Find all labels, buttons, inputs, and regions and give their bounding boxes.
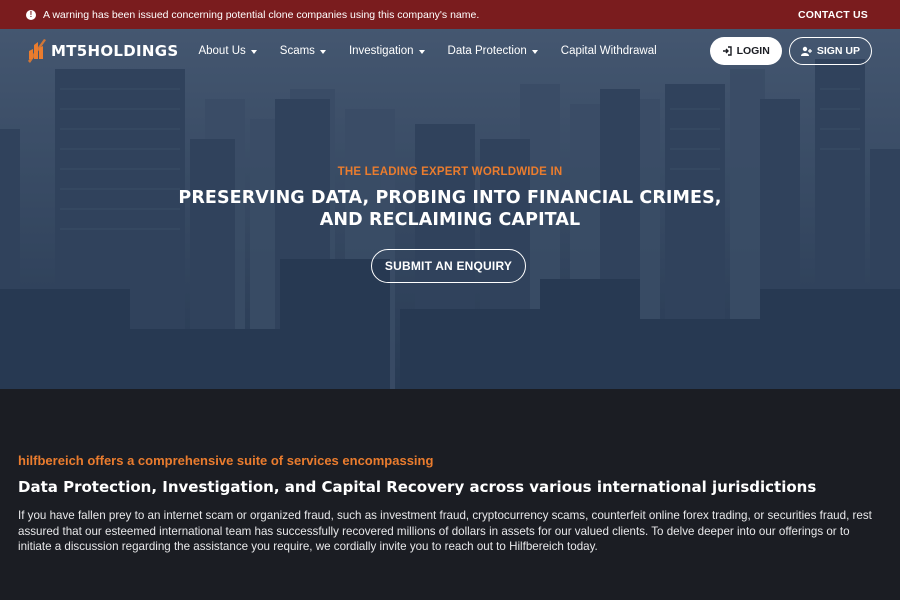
contact-us-link[interactable]: CONTACT US [798, 9, 868, 21]
hero-content: THE LEADING EXPERT WORLDWIDE IN PRESERVI… [0, 166, 900, 231]
login-button[interactable]: LOGIN [709, 37, 782, 65]
nav-item-scams[interactable]: Scams [280, 45, 326, 57]
nav-item-about-us[interactable]: About Us [198, 45, 257, 57]
warning-message-group: ! A warning has been issued concerning p… [26, 9, 479, 21]
nav-item-capital-withdrawal[interactable]: Capital Withdrawal [561, 45, 657, 57]
nav-item-label: About Us [198, 45, 246, 57]
hero-headline-line-1: PRESERVING DATA, PROBING INTO FINANCIAL … [178, 188, 722, 208]
logo-mark-icon [28, 39, 46, 63]
info-icon: ! [26, 9, 36, 20]
brand-name: MT5HOLDINGS [51, 42, 179, 60]
hero-headline: PRESERVING DATA, PROBING INTO FINANCIAL … [0, 187, 900, 231]
chevron-down-icon [418, 49, 425, 54]
hero-headline-line-2: AND RECLAIMING CAPITAL [319, 210, 581, 230]
nav-item-data-protection[interactable]: Data Protection [448, 45, 538, 57]
nav-menu: About Us Scams Investigation Data Protec… [198, 45, 656, 57]
brand-logo[interactable]: MT5HOLDINGS [26, 37, 178, 65]
services-body: If you have fallen prey to an internet s… [18, 509, 872, 553]
services-section: hilfbereich offers a comprehensive suite… [0, 389, 900, 600]
services-title: Data Protection, Investigation, and Capi… [18, 478, 817, 496]
chevron-down-icon [250, 49, 257, 54]
signup-label: SIGN UP [816, 45, 860, 57]
nav-item-label: Investigation [348, 45, 414, 57]
nav-item-label: Capital Withdrawal [560, 45, 657, 57]
auth-buttons: LOGIN SIGN UP [709, 37, 872, 65]
warning-bar: ! A warning has been issued concerning p… [0, 0, 900, 29]
services-intro: hilfbereich offers a comprehensive suite… [18, 453, 434, 468]
nav-item-label: Data Protection [447, 45, 527, 57]
sign-in-icon [722, 46, 732, 56]
main-navigation: MT5HOLDINGS About Us Scams Investigation… [0, 29, 900, 73]
signup-button[interactable]: SIGN UP [788, 37, 872, 65]
warning-message: A warning has been issued concerning pot… [43, 8, 480, 21]
chevron-down-icon [319, 49, 326, 54]
user-plus-icon [800, 46, 812, 56]
nav-item-label: Scams [279, 45, 315, 57]
hero-kicker: THE LEADING EXPERT WORLDWIDE IN [337, 166, 563, 178]
nav-item-investigation[interactable]: Investigation [349, 45, 425, 57]
chevron-down-icon [531, 49, 538, 54]
login-label: LOGIN [736, 45, 770, 57]
submit-enquiry-button[interactable]: SUBMIT AN ENQUIRY [371, 249, 526, 283]
